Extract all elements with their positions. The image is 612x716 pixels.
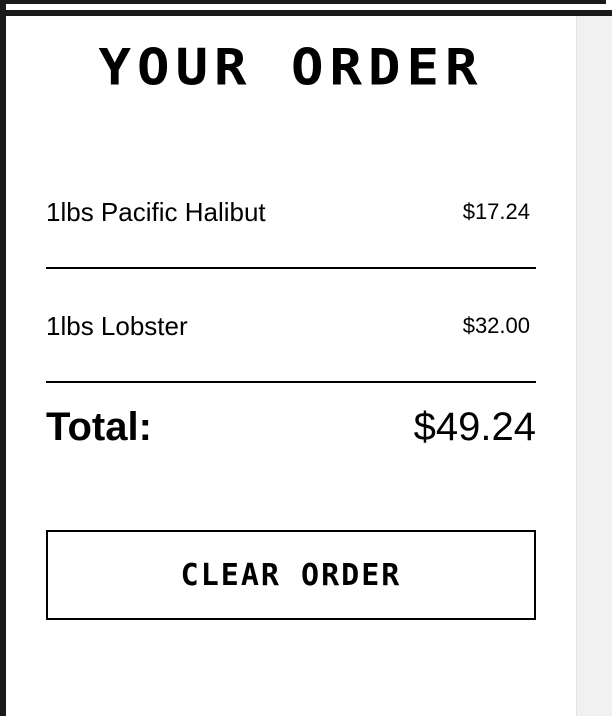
- top-rule: [0, 0, 606, 4]
- item-divider: [46, 381, 536, 383]
- item-name: 1lbs Lobster: [46, 310, 188, 341]
- total-row: Total: $49.24: [46, 402, 536, 452]
- item-divider: [46, 267, 536, 269]
- item-price: $32.00: [462, 313, 530, 338]
- total-value: $49.24: [413, 404, 536, 449]
- scroll-gutter: [576, 16, 612, 716]
- item-price: $17.24: [462, 199, 530, 224]
- order-title: YOUR ORDER: [98, 38, 484, 97]
- order-item-row: 1lbs Pacific Halibut $17.24: [46, 192, 536, 232]
- order-item-row: 1lbs Lobster $32.00: [46, 306, 536, 346]
- total-label: Total:: [46, 404, 152, 449]
- item-name: 1lbs Pacific Halibut: [46, 196, 266, 227]
- clear-order-button[interactable]: CLEAR ORDER: [46, 530, 536, 620]
